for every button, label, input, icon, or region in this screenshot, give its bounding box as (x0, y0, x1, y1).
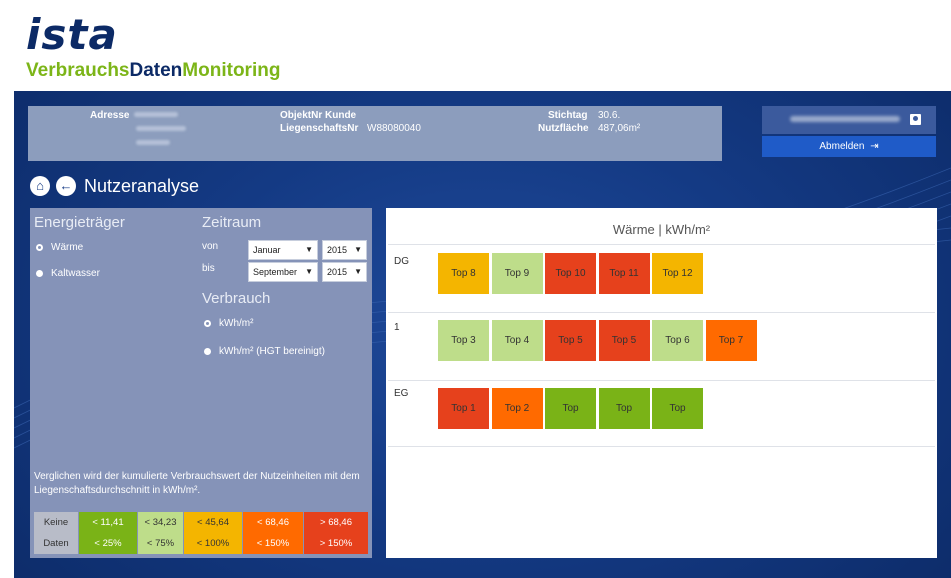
legend-value: < 11,41 (79, 512, 137, 533)
unit-tile[interactable]: Top 6 (652, 320, 703, 361)
user-box[interactable] (762, 106, 936, 134)
ista-logo: ista (26, 10, 118, 59)
logout-button[interactable]: Abmelden ⇥ (762, 136, 936, 157)
consumption-option-kwh[interactable]: kWh/m² (204, 318, 253, 329)
unit-tile[interactable]: Top 5 (598, 320, 650, 361)
address-blurred (136, 140, 170, 145)
legend-value: > 68,46 (304, 512, 368, 533)
floor-label: EG (394, 388, 409, 399)
unit-tile[interactable]: Top 9 (491, 253, 543, 294)
unit-tile[interactable]: Top 2 (491, 388, 543, 429)
stichtag-label: Stichtag (548, 110, 588, 121)
unit-tile[interactable]: Top (598, 388, 650, 429)
unit-tile[interactable]: Top 8 (438, 253, 489, 294)
legend-no-data: Daten (34, 533, 78, 554)
filter-panel: Energieträger Wärme Kaltwasser Zeitraum … (30, 208, 372, 558)
page-title: Nutzeranalyse (84, 175, 200, 196)
divider (388, 312, 935, 313)
consumption-title: Verbrauch (202, 290, 271, 307)
from-year-select[interactable]: 2015 ▼ (322, 240, 367, 260)
logo-subtitle: VerbrauchsDatenMonitoring (26, 60, 281, 81)
stichtag-value: 30.6. (598, 110, 621, 121)
energy-title: Energieträger (34, 214, 125, 231)
legend-percent: < 75% (138, 533, 183, 554)
legend-percent: > 150% (304, 533, 368, 554)
to-month-select[interactable]: September ▼ (248, 262, 318, 282)
unit-tile[interactable]: Top 11 (598, 253, 650, 294)
address-label: Adresse (90, 110, 130, 121)
legend-value: < 34,23 (138, 512, 183, 533)
back-arrow-icon[interactable]: ← (56, 176, 76, 196)
unit-tile[interactable]: Top 1 (438, 388, 489, 429)
period-title: Zeitraum (202, 214, 262, 231)
home-icon[interactable]: ⌂ (30, 176, 50, 196)
nutzflaeche-label: Nutzfläche (538, 123, 589, 134)
unit-tile[interactable]: Top 12 (652, 253, 703, 294)
legend-percent: < 25% (79, 533, 137, 554)
divider (388, 244, 935, 245)
radio-icon (204, 348, 211, 355)
to-year-select[interactable]: 2015 ▼ (322, 262, 367, 282)
unit-tile[interactable]: Top (652, 388, 703, 429)
logout-label: Abmelden (819, 141, 865, 152)
address-blurred (134, 112, 178, 117)
chart-title: Wärme | kWh/m² (612, 222, 711, 237)
floor-label: DG (394, 256, 409, 267)
radio-icon (36, 270, 43, 277)
legend-value: < 68,46 (243, 512, 303, 533)
energy-option-waerme[interactable]: Wärme (36, 242, 83, 253)
objekt-label: ObjektNr Kunde (280, 110, 357, 121)
app-window: ista VerbrauchsDatenMonitoring Adresse O… (14, 8, 951, 578)
comparison-note: Verglichen wird der kumulierte Verbrauch… (34, 471, 360, 496)
unit-tile[interactable]: Top (545, 388, 596, 429)
logout-icon: ⇥ (870, 141, 879, 152)
from-month-select[interactable]: Januar ▼ (248, 240, 318, 260)
liegenschaft-value: W88080040 (367, 123, 421, 134)
consumption-option-hgt[interactable]: kWh/m² (HGT bereinigt) (204, 346, 325, 357)
radio-selected-icon (36, 244, 43, 251)
floor-label: 1 (394, 322, 400, 333)
unit-tile[interactable]: Top 4 (491, 320, 543, 361)
address-blurred (136, 126, 186, 131)
radio-selected-icon (204, 320, 211, 327)
divider (388, 380, 935, 381)
unit-tile[interactable]: Top 3 (438, 320, 489, 361)
page-frame: ista VerbrauchsDatenMonitoring Adresse O… (0, 0, 951, 578)
user-name-blurred (790, 116, 900, 122)
page-title-row: ⌂ ← Nutzeranalyse (30, 174, 199, 198)
divider (388, 446, 935, 447)
color-legend: Keine Daten < 11,41 < 34,23 < 45,64 < 68… (34, 512, 368, 554)
user-icon (910, 114, 921, 125)
property-info-bar: Adresse ObjektNr Kunde LiegenschaftsNr W… (28, 106, 722, 161)
to-label: bis (202, 263, 215, 274)
legend-value: < 45,64 (184, 512, 242, 533)
nutzflaeche-value: 487,06m² (598, 123, 641, 134)
unit-tile[interactable]: Top 7 (705, 320, 757, 361)
brand-header: ista VerbrauchsDatenMonitoring (14, 8, 951, 91)
liegenschaft-label: LiegenschaftsNr (280, 123, 359, 134)
building-chart: Wärme | kWh/m² DG 1 EG Top 8 Top 9 Top 10 T… (386, 208, 937, 558)
legend-percent: < 150% (243, 533, 303, 554)
legend-no-data: Keine (34, 512, 78, 533)
unit-tile[interactable]: Top 10 (545, 253, 596, 294)
unit-tile[interactable]: Top 5 (545, 320, 596, 361)
from-label: von (202, 241, 219, 252)
legend-percent: < 100% (184, 533, 242, 554)
energy-option-kaltwasser[interactable]: Kaltwasser (36, 268, 100, 279)
